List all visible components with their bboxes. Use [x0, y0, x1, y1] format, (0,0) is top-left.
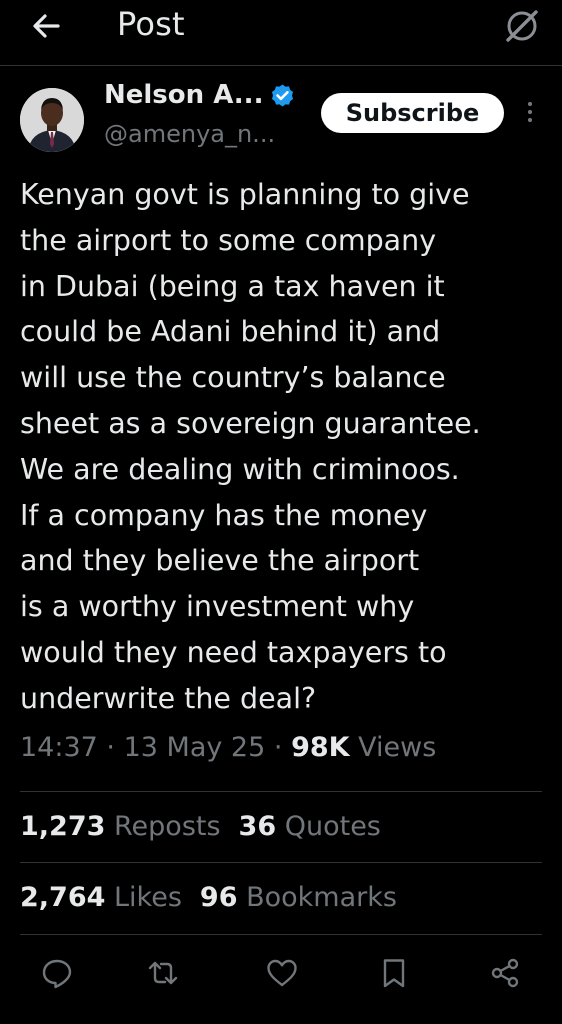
- post-text-line: Kenyan govt is planning to give: [20, 178, 470, 211]
- post-text-line: could be Adani behind it) and: [20, 315, 441, 349]
- post-text-line: and they believe the airport: [20, 544, 420, 578]
- like-button[interactable]: [265, 956, 299, 990]
- reposts-count: 1,273: [20, 811, 106, 842]
- quotes-count: 36: [238, 811, 277, 842]
- post-text-line: sheet as a sovereign guarantee.: [20, 406, 481, 440]
- reply-button[interactable]: [40, 956, 74, 990]
- post-text-line: is a worthy investment why: [20, 590, 415, 624]
- likes-stat[interactable]: 2,764 Likes: [20, 882, 182, 913]
- subscribe-button[interactable]: Subscribe: [321, 93, 504, 133]
- verified-badge-icon: [269, 82, 296, 109]
- grok-button[interactable]: [502, 6, 542, 46]
- views-label[interactable]: Views: [358, 732, 436, 763]
- likes-count: 2,764: [20, 882, 106, 913]
- grok-icon: [506, 10, 538, 42]
- post-text-line: would they need taxpayers to: [20, 635, 447, 669]
- post-text-line: the airport to some company: [20, 223, 437, 257]
- likes-label: Likes: [114, 882, 182, 913]
- avatar[interactable]: [20, 88, 84, 152]
- reply-icon: [42, 959, 72, 989]
- post-text-line: We are dealing with criminoos.: [20, 452, 460, 486]
- like-bookmark-stats: 2,764 Likes 96 Bookmarks: [20, 882, 397, 913]
- repost-button[interactable]: [146, 956, 180, 990]
- divider: [20, 934, 542, 935]
- more-vertical-icon: [527, 101, 533, 123]
- top-bar: Post: [0, 0, 562, 66]
- divider: [20, 791, 542, 792]
- post-text-line: underwrite the deal?: [20, 681, 317, 715]
- meta-separator: ·: [273, 732, 283, 763]
- reposts-label: Reposts: [114, 811, 221, 842]
- quotes-stat[interactable]: 36 Quotes: [239, 811, 381, 842]
- post-time[interactable]: 14:37: [20, 732, 98, 763]
- author-display-name[interactable]: Nelson A...: [104, 80, 263, 110]
- more-options-button[interactable]: [520, 98, 540, 128]
- views-count[interactable]: 98K: [291, 732, 350, 763]
- post-date[interactable]: 13 May 25: [124, 732, 266, 763]
- post-text-line: in Dubai (being a tax haven it: [20, 269, 445, 303]
- repost-icon: [148, 961, 178, 985]
- page-title: Post: [117, 5, 185, 43]
- bookmarks-stat[interactable]: 96 Bookmarks: [200, 882, 397, 913]
- post-text-line: If a company has the money: [20, 498, 428, 532]
- share-icon: [491, 958, 519, 988]
- bookmark-button[interactable]: [377, 956, 411, 990]
- back-button[interactable]: [28, 8, 64, 44]
- bookmarks-count: 96: [199, 882, 238, 913]
- divider: [20, 862, 542, 863]
- author-name-row[interactable]: Nelson A...: [104, 80, 296, 116]
- like-icon: [267, 959, 297, 987]
- bookmark-icon: [383, 959, 405, 988]
- post-text-line: will use the country’s balance: [20, 361, 446, 395]
- profile-photo: [20, 88, 84, 152]
- arrow-left-icon: [33, 14, 60, 38]
- post-meta: 14:37 · 13 May 25 · 98K Views: [20, 732, 436, 763]
- reposts-stat[interactable]: 1,273 Reposts: [20, 811, 221, 842]
- share-button[interactable]: [488, 956, 522, 990]
- quotes-label: Quotes: [284, 811, 381, 842]
- author-handle[interactable]: @amenya_n...: [104, 120, 275, 148]
- repost-quote-stats: 1,273 Reposts 36 Quotes: [20, 811, 381, 842]
- post-text: Kenyan govt is planning to give the airp…: [20, 172, 550, 722]
- bookmarks-label: Bookmarks: [246, 882, 397, 913]
- meta-separator: ·: [106, 732, 115, 763]
